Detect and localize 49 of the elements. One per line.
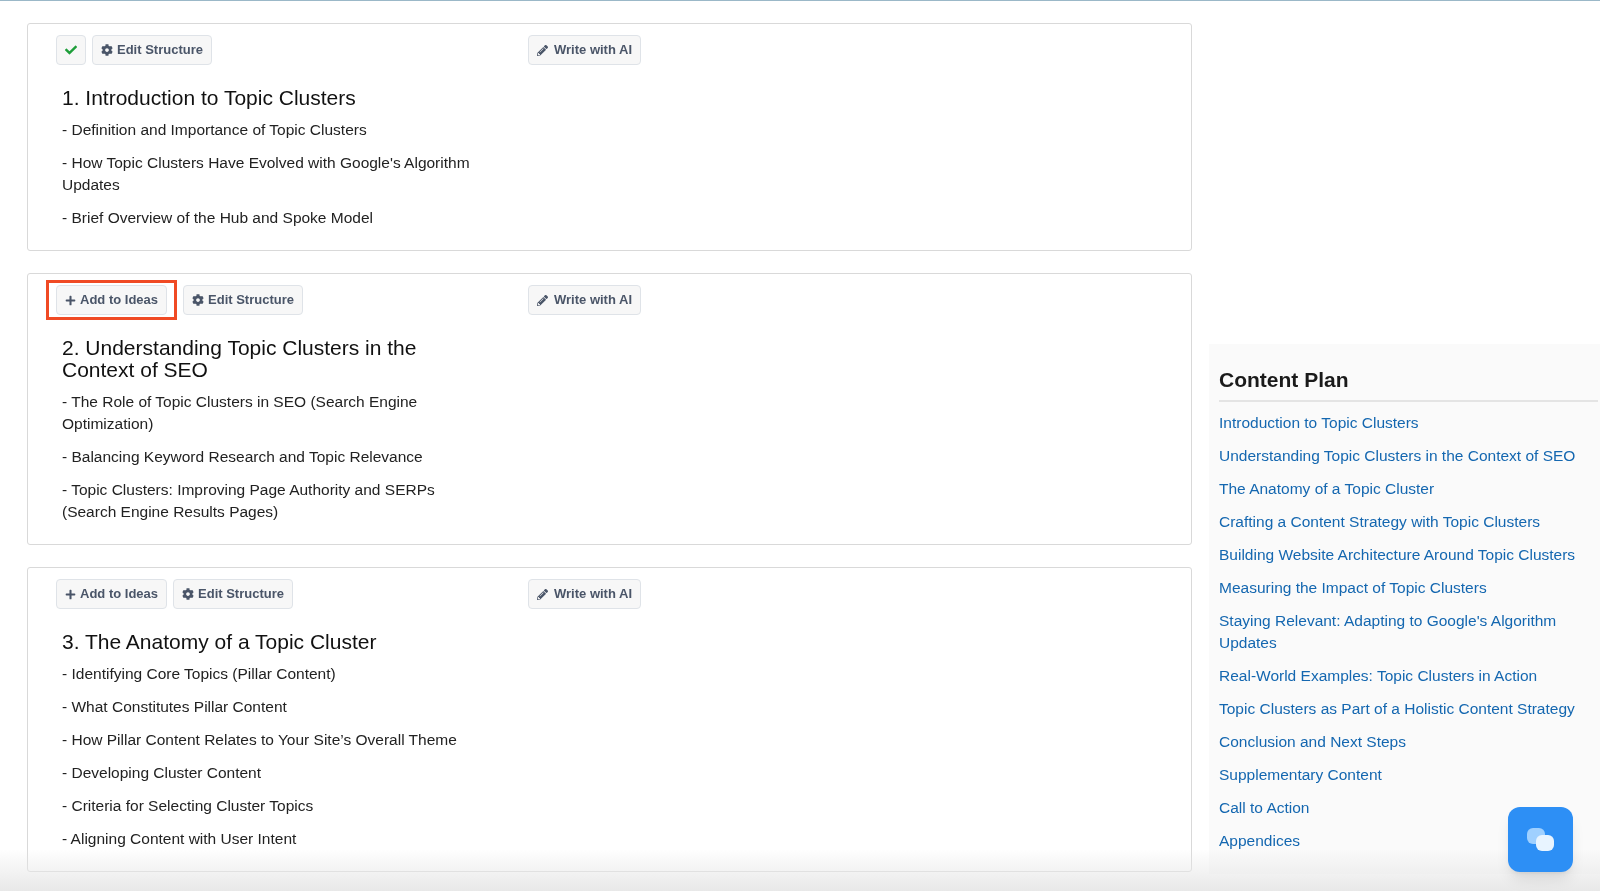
gear-icon: [182, 588, 194, 600]
write-with-ai-button[interactable]: Write with AI: [528, 35, 641, 65]
content-plan-link[interactable]: Supplementary Content: [1219, 763, 1598, 786]
outline-point: - Identifying Core Topics (Pillar Content): [62, 664, 337, 684]
content-plan-link[interactable]: Understanding Topic Clusters in the Context of SEO: [1219, 444, 1598, 467]
content-plan-link[interactable]: Appendices: [1219, 829, 1598, 852]
content-plan-link[interactable]: Introduction to Topic Clusters: [1219, 411, 1598, 434]
content-plan-link[interactable]: Building Website Architecture Around Topic Clusters: [1219, 543, 1598, 566]
outline-point: - Balancing Keyword Research and Topic Relevance: [62, 447, 424, 467]
content-plan-link[interactable]: Measuring the Impact of Topic Clusters: [1219, 576, 1598, 599]
edit-structure-button[interactable]: Edit Structure: [173, 579, 293, 609]
content-plan-link[interactable]: Call to Action: [1219, 796, 1598, 819]
outline-point: - Brief Overview of the Hub and Spoke Model: [62, 208, 374, 228]
check-button[interactable]: [56, 35, 86, 65]
chat-button[interactable]: [1508, 807, 1573, 872]
outline-point: - How Pillar Content Relates to Your Site’s Overall Theme: [62, 730, 458, 750]
pencil-icon: [537, 588, 548, 600]
check-icon: [65, 43, 77, 57]
outline-point: - How Topic Clusters Have Evolved with Google's Algorithm Updates: [62, 153, 471, 195]
content-plan-link[interactable]: Crafting a Content Strategy with Topic Clusters: [1219, 510, 1598, 533]
pencil-icon: [537, 294, 548, 306]
outline-point: - Aligning Content with User Intent: [62, 829, 298, 849]
outline-point: - Criteria for Selecting Cluster Topics: [62, 796, 315, 816]
content-plan-link[interactable]: The Anatomy of a Topic Cluster: [1219, 477, 1598, 500]
plus-icon: [65, 294, 76, 306]
write-with-ai-button[interactable]: Write with AI: [528, 285, 641, 315]
section-heading: 2. Understanding Topic Clusters in the Context of SEO: [62, 337, 418, 381]
outline-point: - What Constitutes Pillar Content: [62, 697, 288, 717]
outline-point: - Developing Cluster Content: [62, 763, 263, 783]
gear-icon: [101, 44, 113, 56]
chat-bubbles-icon: [1524, 825, 1557, 854]
section-heading: 3. The Anatomy of a Topic Cluster: [62, 631, 378, 653]
content-plan-link[interactable]: Conclusion and Next Steps: [1219, 730, 1598, 753]
content-plan-link[interactable]: Topic Clusters as Part of a Holistic Content Strategy: [1219, 697, 1598, 720]
pencil-icon: [537, 44, 548, 56]
gear-icon: [192, 294, 204, 306]
add-to-ideas-button[interactable]: Add to Ideas: [56, 579, 167, 609]
add-to-ideas-button[interactable]: Add to Ideas: [56, 285, 167, 315]
outline-point: - The Role of Topic Clusters in SEO (Search Engine Optimization): [62, 392, 419, 434]
content-plan-link[interactable]: Real-World Examples: Topic Clusters in Action: [1219, 664, 1598, 687]
section-heading: 1. Introduction to Topic Clusters: [62, 87, 357, 109]
sidebar-title: Content Plan: [1219, 364, 1598, 402]
outline-point: - Definition and Importance of Topic Clusters: [62, 120, 368, 140]
plus-icon: [65, 588, 76, 600]
content-plan-link[interactable]: Staying Relevant: Adapting to Google's Algorithm Updates: [1219, 609, 1598, 654]
edit-structure-button[interactable]: Edit Structure: [92, 35, 212, 65]
write-with-ai-button[interactable]: Write with AI: [528, 579, 641, 609]
edit-structure-button[interactable]: Edit Structure: [183, 285, 303, 315]
outline-point: - Topic Clusters: Improving Page Authority and SERPs (Search Engine Results Pages): [62, 480, 436, 522]
